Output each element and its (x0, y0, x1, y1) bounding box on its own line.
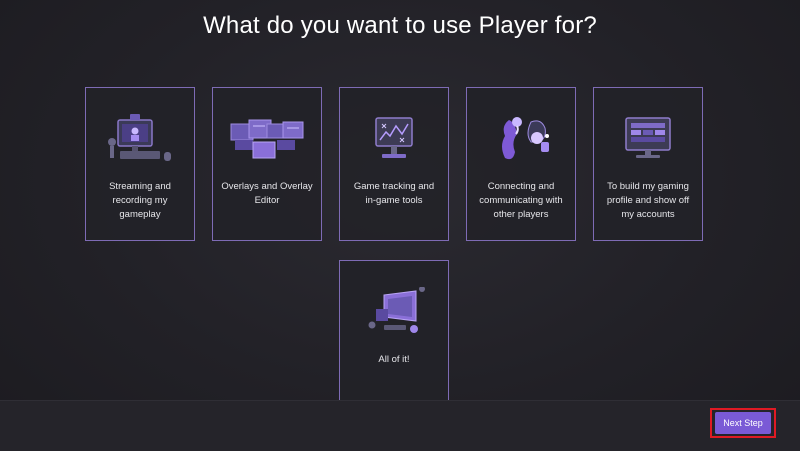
card-label-all: All of it! (378, 354, 410, 365)
card-label-game-tracking: Game tracking and in-game tools (353, 181, 435, 206)
option-card-streaming[interactable]: Streaming and recording my gameplay (85, 87, 195, 241)
footer-bar (0, 400, 800, 451)
next-step-button[interactable]: Next Step (715, 412, 771, 434)
profile-monitor-icon (625, 117, 671, 158)
option-card-profile[interactable]: To build my gaming profile and show off … (593, 87, 703, 241)
page-title: What do you want to use Player for? (203, 12, 597, 39)
streaming-setup-icon (108, 114, 171, 161)
option-card-overlays[interactable]: Overlays and Overlay Editor (212, 87, 322, 241)
card-label-connecting: Connecting and communicating with other … (479, 181, 563, 220)
option-card-connecting[interactable]: Connecting and communicating with other … (466, 87, 576, 241)
option-card-all[interactable]: All of it! (339, 260, 449, 405)
tracking-monitor-icon (375, 117, 413, 158)
players-chat-icon (502, 117, 549, 160)
option-card-game-tracking[interactable]: Game tracking and in-game tools (339, 87, 449, 241)
card-label-overlays: Overlays and Overlay Editor (221, 181, 313, 206)
card-label-streaming: Streaming and recording my gameplay (109, 181, 171, 220)
overlay-windows-icon (230, 119, 304, 159)
all-devices-icon (368, 287, 425, 333)
card-label-profile: To build my gaming profile and show off … (606, 181, 690, 220)
